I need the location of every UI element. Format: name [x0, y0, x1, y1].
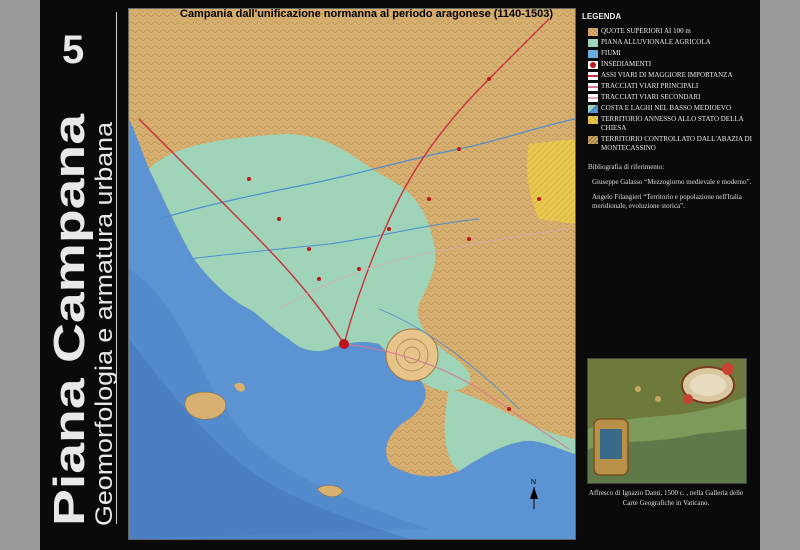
legend-item: PIANA ALLUVIONALE AGRICOLA [588, 38, 758, 47]
legend-item: ASSI VIARI DI MAGGIORE IMPORTANZA [588, 71, 758, 80]
coast-swatch-icon [588, 105, 598, 113]
legend-item-label: COSTA E LAGHI NEL BASSO MEDIOEVO [601, 104, 732, 112]
bibliography-heading: Bibliografia di riferimento: [588, 163, 665, 171]
hatched-brown-icon [588, 136, 598, 144]
right-border [760, 0, 800, 550]
legend-item-label: PIANA ALLUVIONALE AGRICOLA [601, 38, 711, 46]
bibliography-ref: Angelo Filangieri “Territorio e popolazi… [588, 193, 758, 211]
bibliography-ref: Giuseppe Galasso “Mezzogiorno medievale … [588, 178, 758, 187]
north-label: N [531, 479, 536, 486]
legend-item-label: FIUMI [601, 49, 621, 57]
road-major-icon [588, 72, 598, 80]
ref-author: Giuseppe Galasso [592, 178, 643, 186]
river-swatch-icon [588, 50, 598, 58]
legend-item: QUOTE SUPERIORI AI 100 m [588, 27, 758, 36]
island-ischia [184, 391, 226, 420]
legend-item: TRACCIATI VIARI SECONDARI [588, 93, 758, 102]
ref-author: Angelo Filangieri [592, 193, 642, 201]
legend-item: TRACCIATI VIARI PRINCIPALI [588, 82, 758, 91]
vertical-title-block: Piana Campana Geomorfologia e armatura u… [44, 40, 124, 530]
fresco-image [587, 358, 747, 484]
road-secondary-icon [588, 94, 598, 102]
legend-item: FIUMI [588, 49, 758, 58]
vesuvius [385, 328, 439, 382]
legend-item: INSEDIAMENTI [588, 60, 758, 69]
legend-item: TERRITORIO ANNESSO ALLO STATO DELLA CHIE… [588, 115, 758, 133]
hatched-yellow-icon [588, 116, 598, 124]
settlement-marker-icon [588, 61, 598, 69]
legend-panel: LEGENDA QUOTE SUPERIORI AI 100 m PIANA A… [580, 8, 758, 211]
legend-item: COSTA E LAGHI NEL BASSO MEDIOEVO [588, 104, 758, 113]
solid-swatch-icon [588, 39, 598, 47]
campania-map[interactable]: N [129, 9, 575, 539]
legend-item-label: TRACCIATI VIARI SECONDARI [601, 93, 701, 101]
bibliography: Bibliografia di riferimento: Giuseppe Ga… [588, 163, 758, 211]
legend-item: TERRITORIO CONTROLLATO DALL'ABAZIA DI MO… [588, 135, 758, 153]
fresco-caption: Affresco di Ignazio Danti, 1500 c. , nel… [588, 489, 744, 507]
legend-item-label: QUOTE SUPERIORI AI 100 m [601, 27, 691, 35]
left-border [0, 0, 40, 550]
road-main-icon [588, 83, 598, 91]
series-title: Piana Campana [45, 113, 94, 526]
legend-item-label: INSEDIAMENTI [601, 60, 652, 68]
legend-item-label: TERRITORIO CONTROLLATO DALL'ABAZIA DI MO… [601, 135, 752, 152]
ref-title: “Mezzogiorno medievale e moderno”. [644, 178, 752, 186]
series-subtitle: Geomorfologia e armatura urbana [91, 121, 118, 526]
legend-item-label: TERRITORIO ANNESSO ALLO STATO DELLA CHIE… [601, 115, 744, 132]
hatched-swatch-icon [588, 28, 598, 36]
legend-item-label: ASSI VIARI DI MAGGIORE IMPORTANZA [601, 71, 733, 79]
divider-line [116, 12, 117, 524]
legend-item-label: TRACCIATI VIARI PRINCIPALI [601, 82, 699, 90]
legend-title: LEGENDA [582, 12, 622, 21]
map-title: Campania dall'unificazione normanna al p… [180, 8, 554, 20]
map-panel[interactable]: N [128, 8, 576, 540]
